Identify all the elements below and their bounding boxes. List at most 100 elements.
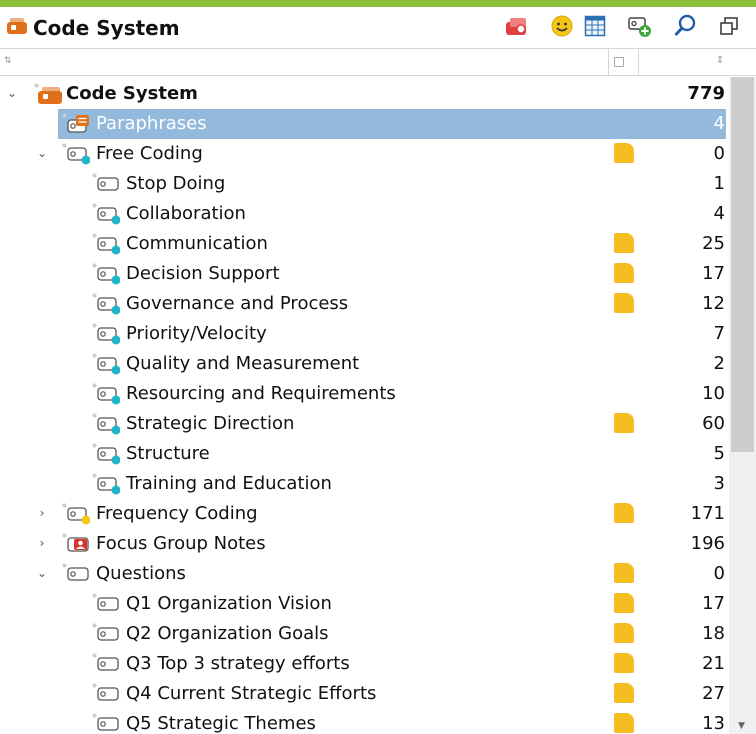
search-icon[interactable] — [672, 13, 698, 39]
code-cyan-icon — [92, 203, 120, 225]
tree-item-label: Governance and Process — [126, 293, 349, 314]
tree-item-count: 1 — [713, 173, 725, 194]
tree-row-governance-and-process[interactable]: Governance and Process 12 — [0, 289, 729, 319]
tree-item-count: 4 — [713, 203, 725, 224]
tree-row-training-and-education[interactable]: Training and Education 3 — [0, 469, 729, 499]
chevron-right-icon[interactable]: › — [35, 536, 49, 550]
chevron-right-icon[interactable]: › — [35, 506, 49, 520]
tree-item-label: Decision Support — [126, 263, 280, 284]
tree-item-count: 13 — [702, 713, 725, 734]
window-title: Code System — [33, 16, 180, 40]
tree-item-count: 4 — [713, 113, 725, 134]
memo-icon[interactable] — [614, 293, 634, 313]
window-accent-strip — [0, 0, 756, 7]
tree-item-count: 0 — [713, 143, 725, 164]
memo-icon[interactable] — [614, 623, 634, 643]
tree-row-focus-group-notes[interactable]: › Focus Group Notes 196 — [0, 529, 729, 559]
memo-icon[interactable] — [614, 503, 634, 523]
tree-item-label: Resourcing and Requirements — [126, 383, 396, 404]
memo-icon[interactable] — [614, 683, 634, 703]
tree-item-count: 196 — [690, 533, 725, 554]
tree-item-label: Q5 Strategic Themes — [126, 713, 316, 734]
tree-item-label: Quality and Measurement — [126, 353, 360, 374]
code-cyan-icon — [92, 473, 120, 495]
column-header-row: ⇅ ⇕ — [0, 48, 756, 76]
code-system-icon — [7, 18, 27, 34]
code-cyan-icon — [92, 413, 120, 435]
memo-icon[interactable] — [614, 563, 634, 583]
tree-item-label: Paraphrases — [96, 113, 207, 134]
memo-icon[interactable] — [614, 593, 634, 613]
memo-icon[interactable] — [614, 233, 634, 253]
memo-icon[interactable] — [614, 713, 634, 733]
tree-row-q2[interactable]: Q2 Organization Goals 18 — [0, 619, 729, 649]
code-system-icon — [34, 83, 62, 104]
tree-item-label: Free Coding — [96, 143, 203, 164]
tree-row-q3[interactable]: Q3 Top 3 strategy efforts 21 — [0, 649, 729, 679]
code-set-icon[interactable] — [504, 13, 530, 39]
smiley-icon[interactable] — [549, 13, 575, 39]
tree-item-label: Structure — [126, 443, 210, 464]
tree-item-label: Frequency Coding — [96, 503, 258, 524]
tree-row-free-coding[interactable]: ⌄ Free Coding 0 — [0, 139, 729, 169]
code-icon — [62, 563, 89, 581]
tree-item-label: Stop Doing — [126, 173, 226, 194]
tree-item-count: 17 — [702, 263, 725, 284]
paraphrase-code-icon — [62, 113, 89, 133]
memo-icon[interactable] — [614, 653, 634, 673]
tree-row-communication[interactable]: Communication 25 — [0, 229, 729, 259]
vertical-scrollbar[interactable]: ▼ — [729, 77, 756, 734]
code-cyan-icon — [92, 383, 120, 405]
tree-item-count: 18 — [702, 623, 725, 644]
tree-item-label: Priority/Velocity — [126, 323, 267, 344]
tree-item-count: 3 — [713, 473, 725, 494]
undock-window-icon[interactable] — [716, 13, 742, 39]
tree-row-questions[interactable]: ⌄ Questions 0 — [0, 559, 729, 589]
code-cyan-icon — [92, 323, 120, 345]
sort-arrows-icon[interactable]: ⇕ — [716, 55, 724, 66]
tree-row-stop-doing[interactable]: Stop Doing 1 — [0, 169, 729, 199]
tree-item-label: Communication — [126, 233, 268, 254]
chevron-down-icon[interactable]: ⌄ — [35, 146, 49, 160]
tree-item-label: Questions — [96, 563, 186, 584]
tree-item-count: 0 — [713, 563, 725, 584]
tree-row-paraphrases[interactable]: Paraphrases 4 — [0, 109, 729, 139]
tree-root-count: 779 — [687, 83, 725, 104]
memo-column-header-icon[interactable] — [614, 57, 624, 67]
memo-icon[interactable] — [614, 413, 634, 433]
tree-row-collaboration[interactable]: Collaboration 4 — [0, 199, 729, 229]
tree-item-label: Training and Education — [126, 473, 332, 494]
tree-row-q5[interactable]: Q5 Strategic Themes 13 — [0, 709, 729, 734]
tree-item-count: 27 — [702, 683, 725, 704]
code-icon — [92, 713, 119, 731]
table-grid-icon[interactable] — [582, 13, 608, 39]
tree-item-count: 7 — [713, 323, 725, 344]
tree-item-count: 60 — [702, 413, 725, 434]
tree-row-resourcing-and-requirements[interactable]: Resourcing and Requirements 10 — [0, 379, 729, 409]
chevron-down-icon[interactable]: ⌄ — [35, 566, 49, 580]
scrollbar-thumb[interactable] — [731, 77, 754, 452]
tree-item-count: 21 — [702, 653, 725, 674]
memo-icon[interactable] — [614, 143, 634, 163]
code-cyan-icon — [92, 353, 120, 375]
scroll-down-arrow-icon[interactable]: ▼ — [738, 721, 745, 731]
tree-row-root[interactable]: ⌄ Code System 779 — [0, 79, 729, 109]
add-code-icon[interactable] — [627, 13, 653, 39]
tree-row-priority-velocity[interactable]: Priority/Velocity 7 — [0, 319, 729, 349]
tree-item-count: 5 — [713, 443, 725, 464]
chevron-down-icon[interactable]: ⌄ — [5, 86, 19, 100]
tree-row-structure[interactable]: Structure 5 — [0, 439, 729, 469]
code-cyan-icon — [92, 293, 120, 315]
tree-item-label: Q3 Top 3 strategy efforts — [126, 653, 350, 674]
tree-column-header-icon[interactable]: ⇅ — [4, 56, 12, 66]
tree-row-decision-support[interactable]: Decision Support 17 — [0, 259, 729, 289]
tree-row-q1[interactable]: Q1 Organization Vision 17 — [0, 589, 729, 619]
memo-icon[interactable] — [614, 263, 634, 283]
tree-item-count: 17 — [702, 593, 725, 614]
code-yellow-icon — [62, 503, 90, 525]
tree-row-q4[interactable]: Q4 Current Strategic Efforts 27 — [0, 679, 729, 709]
tree-row-strategic-direction[interactable]: Strategic Direction 60 — [0, 409, 729, 439]
tree-item-count: 10 — [702, 383, 725, 404]
tree-row-frequency-coding[interactable]: › Frequency Coding 171 — [0, 499, 729, 529]
tree-row-quality-and-measurement[interactable]: Quality and Measurement 2 — [0, 349, 729, 379]
